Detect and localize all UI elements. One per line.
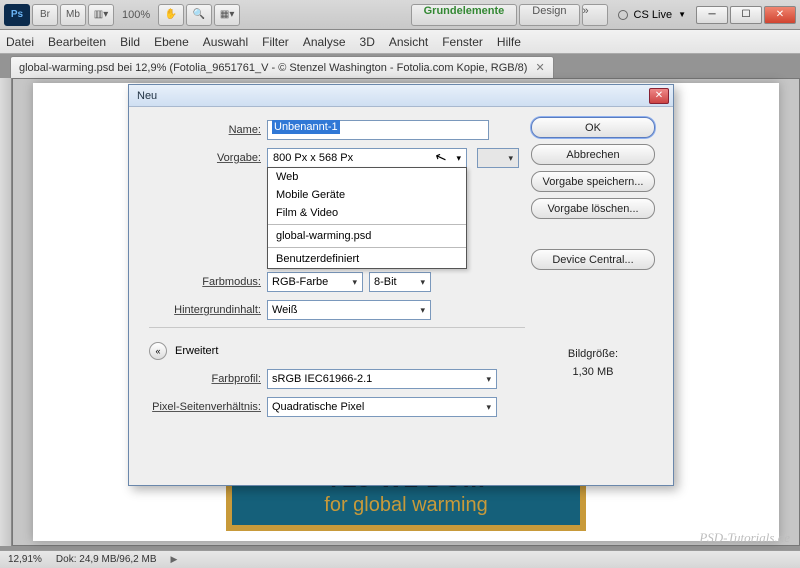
menu-hilfe[interactable]: Hilfe xyxy=(497,35,521,49)
menu-fenster[interactable]: Fenster xyxy=(442,35,483,49)
image-size-label: Bildgröße: xyxy=(568,346,618,364)
cs-live[interactable]: CS Live ▼ xyxy=(618,9,686,21)
menu-ansicht[interactable]: Ansicht xyxy=(389,35,428,49)
zoom-tool-button[interactable]: 🔍 xyxy=(186,4,212,26)
device-central-button[interactable]: Device Central... xyxy=(531,249,655,270)
menu-bar: Datei Bearbeiten Bild Ebene Auswahl Filt… xyxy=(0,30,800,54)
preset-dropdown-list: Web Mobile Geräte Film & Video global-wa… xyxy=(267,167,467,269)
cursor-icon: ↖ xyxy=(432,148,449,168)
preset-option-film[interactable]: Film & Video xyxy=(268,204,466,222)
zoom-level[interactable]: 100% xyxy=(116,9,156,21)
pixel-aspect-combo[interactable]: Quadratische Pixel xyxy=(267,397,497,417)
screen-mode-button[interactable]: ▥▾ xyxy=(88,4,114,26)
cancel-button[interactable]: Abbrechen xyxy=(531,144,655,165)
preset-dropdown[interactable]: 800 Px x 568 Px ↖ xyxy=(267,148,467,168)
status-zoom[interactable]: 12,91% xyxy=(8,554,42,565)
workspace-more[interactable]: » xyxy=(582,4,608,26)
watermark: PSD-Tutorials.de xyxy=(699,530,790,546)
workspace-grundelemente[interactable]: Grundelemente xyxy=(411,4,518,26)
menu-auswahl[interactable]: Auswahl xyxy=(203,35,248,49)
chevron-down-icon: ▼ xyxy=(678,10,686,19)
dialog-close-button[interactable]: ✕ xyxy=(649,88,669,104)
preset-option-mobile[interactable]: Mobile Geräte xyxy=(268,186,466,204)
bridge-button[interactable]: Br xyxy=(32,4,58,26)
window-close[interactable]: ✕ xyxy=(764,6,796,24)
label-farbmodus: Farbmodus: xyxy=(137,276,267,288)
name-input[interactable]: Unbenannt-1 xyxy=(267,120,489,140)
workspace-design[interactable]: Design xyxy=(519,4,579,26)
dialog-title: Neu xyxy=(133,90,157,102)
background-combo[interactable]: Weiß xyxy=(267,300,431,320)
menu-ebene[interactable]: Ebene xyxy=(154,35,189,49)
color-mode-combo[interactable]: RGB-Farbe xyxy=(267,272,363,292)
preset-option-custom[interactable]: Benutzerdefiniert xyxy=(268,250,466,268)
ps-logo[interactable]: Ps xyxy=(4,4,30,26)
status-bar: 12,91% Dok: 24,9 MB/96,2 MB ▶ xyxy=(0,550,800,568)
image-size-value: 1,30 MB xyxy=(568,364,618,382)
document-tab-row: global-warming.psd bei 12,9% (Fotolia_96… xyxy=(0,54,800,78)
window-maximize[interactable]: ☐ xyxy=(730,6,762,24)
label-erweitert: Erweitert xyxy=(175,345,218,357)
save-preset-button[interactable]: Vorgabe speichern... xyxy=(531,171,655,192)
menu-bild[interactable]: Bild xyxy=(120,35,140,49)
bit-depth-combo[interactable]: 8-Bit xyxy=(369,272,431,292)
dialog-titlebar[interactable]: Neu ✕ xyxy=(129,85,673,107)
left-panel-edge[interactable] xyxy=(0,78,12,546)
banner-line2: for global warming xyxy=(324,494,487,517)
preset-option-file[interactable]: global-warming.psd xyxy=(268,227,466,245)
arrange-button[interactable]: ▦▾ xyxy=(214,4,240,26)
preset-selected: 800 Px x 568 Px xyxy=(273,152,353,164)
mini-bridge-button[interactable]: Mb xyxy=(60,4,86,26)
hand-tool-button[interactable]: ✋ xyxy=(158,4,184,26)
status-arrow-icon[interactable]: ▶ xyxy=(171,554,178,565)
new-document-dialog: Neu ✕ Name: Unbenannt-1 Vorgabe: 800 Px … xyxy=(128,84,674,486)
preset-option-web[interactable]: Web xyxy=(268,168,466,186)
label-pixel-seitenverhaeltnis: Pixel-Seitenverhältnis: xyxy=(137,401,267,413)
menu-bearbeiten[interactable]: Bearbeiten xyxy=(48,35,106,49)
label-vorgabe: Vorgabe: xyxy=(137,152,267,164)
delete-preset-button[interactable]: Vorgabe löschen... xyxy=(531,198,655,219)
menu-datei[interactable]: Datei xyxy=(6,35,34,49)
label-farbprofil: Farbprofil: xyxy=(137,373,267,385)
color-profile-combo[interactable]: sRGB IEC61966-2.1 xyxy=(267,369,497,389)
menu-3d[interactable]: 3D xyxy=(360,35,375,49)
hidden-combo-1[interactable] xyxy=(477,148,519,168)
menu-analyse[interactable]: Analyse xyxy=(303,35,346,49)
cslive-label: CS Live xyxy=(634,9,673,21)
window-minimize[interactable]: ─ xyxy=(696,6,728,24)
label-hintergrund: Hintergrundinhalt: xyxy=(137,304,267,316)
top-toolbar: Ps Br Mb ▥▾ 100% ✋ 🔍 ▦▾ Grundelemente De… xyxy=(0,0,800,30)
ok-button[interactable]: OK xyxy=(531,117,655,138)
cslive-icon xyxy=(618,10,628,20)
label-name: Name: xyxy=(137,124,267,136)
document-tab-title: global-warming.psd bei 12,9% (Fotolia_96… xyxy=(19,62,527,74)
close-icon[interactable]: ✕ xyxy=(535,61,544,74)
document-tab[interactable]: global-warming.psd bei 12,9% (Fotolia_96… xyxy=(10,56,554,78)
advanced-toggle[interactable]: « xyxy=(149,342,167,360)
status-doc-size[interactable]: Dok: 24,9 MB/96,2 MB xyxy=(56,554,157,565)
menu-filter[interactable]: Filter xyxy=(262,35,289,49)
